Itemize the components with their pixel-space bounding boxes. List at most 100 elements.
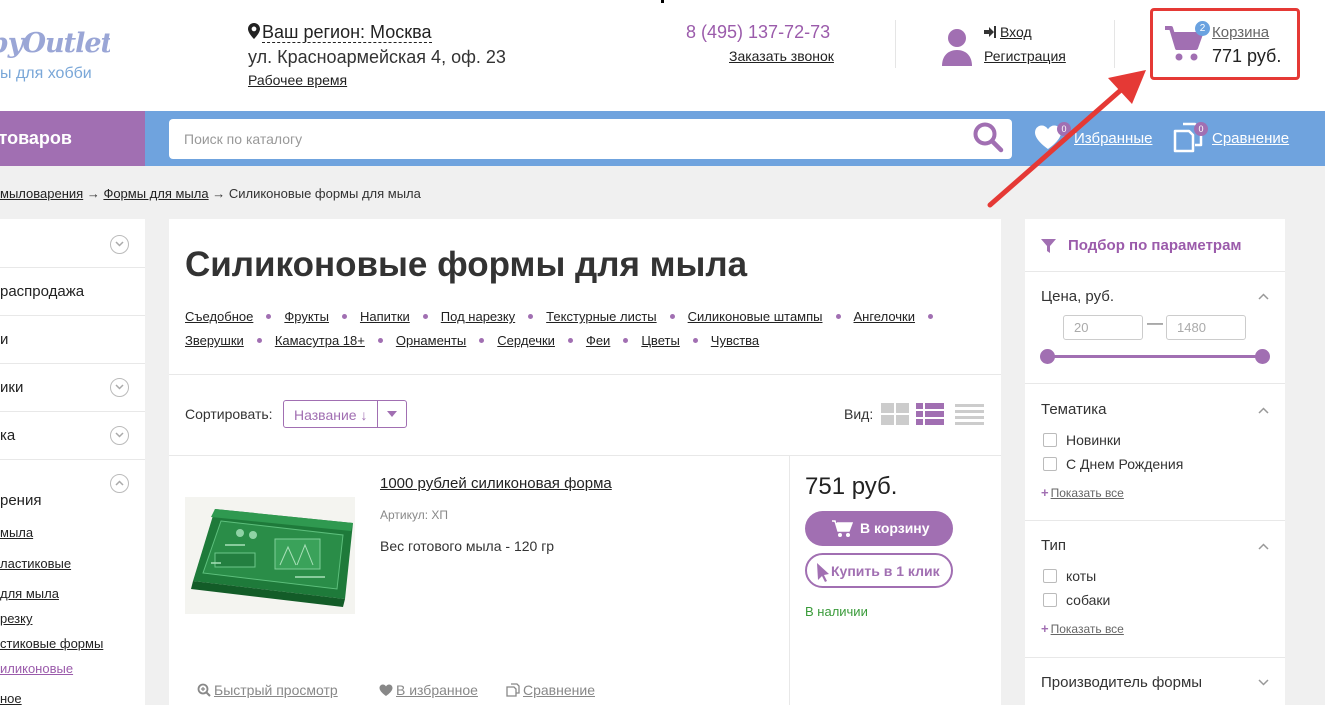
tag-link[interactable]: Чувства (711, 333, 759, 348)
site-logo[interactable]: bbyOutlet ы для хобби (0, 26, 110, 86)
list-view-icon[interactable] (915, 402, 945, 426)
sidebar-subitem[interactable]: ное (0, 691, 22, 705)
theme-option[interactable]: Новинки (1043, 432, 1121, 448)
grid-view-icon[interactable] (880, 402, 910, 426)
theme-show-all-link[interactable]: + Показать все (1041, 485, 1124, 500)
chevron-down-icon[interactable] (1258, 679, 1269, 686)
tag-separator (692, 338, 698, 343)
chevron-down-icon[interactable] (110, 378, 129, 397)
buy-one-click-label: Купить в 1 клик (831, 563, 940, 579)
sidebar-subitem[interactable]: ластиковые (0, 556, 71, 571)
compact-list-view-icon[interactable] (954, 402, 984, 426)
type-option[interactable]: коты (1043, 568, 1096, 584)
add-to-cart-button[interactable]: В корзину (805, 511, 953, 546)
tag-row: Съедобное Фрукты Напитки Под нарезку Текстур… (185, 305, 985, 329)
chevron-down-icon[interactable] (110, 235, 129, 254)
tag-link[interactable]: Камасутра 18+ (275, 333, 365, 348)
sidebar-item[interactable]: и (0, 331, 145, 348)
price-filter-label[interactable]: Цена, руб. (1041, 288, 1114, 305)
type-filter-label[interactable]: Тип (1041, 537, 1066, 554)
product-price: 751 руб. (805, 473, 898, 500)
compare-link[interactable]: Сравнение (1212, 130, 1289, 147)
caret-down-icon[interactable] (387, 411, 397, 417)
checkbox[interactable] (1043, 593, 1057, 607)
tag-separator (528, 314, 534, 319)
buy-one-click-button[interactable]: Купить в 1 клик (805, 553, 953, 588)
type-option[interactable]: собаки (1043, 592, 1110, 608)
compare-product-label: Сравнение (523, 682, 595, 698)
tag-link[interactable]: Орнаменты (396, 333, 466, 348)
cart-total: 771 руб. (1212, 46, 1282, 66)
tag-link[interactable]: Зверушки (185, 333, 244, 348)
register-link[interactable]: Регистрация (984, 48, 1066, 64)
tag-separator (377, 338, 383, 343)
sidebar-item[interactable]: распродажа (0, 283, 145, 300)
sidebar-subitem[interactable]: для мыла (0, 586, 59, 601)
quick-view-link[interactable]: Быстрый просмотр (197, 682, 338, 698)
add-favorite-link[interactable]: В избранное (379, 682, 478, 698)
tag-link[interactable]: Напитки (360, 309, 410, 324)
cart-widget[interactable]: 2 Корзина 771 руб. (1150, 8, 1300, 80)
page-title: Силиконовые формы для мыла (185, 245, 748, 284)
tag-separator (341, 314, 347, 319)
cart-link[interactable]: Корзина (1212, 24, 1269, 41)
soap-mold-image (185, 497, 355, 614)
chevron-up-icon[interactable] (1258, 407, 1269, 414)
favorites-count-badge: 0 (1057, 122, 1071, 136)
tag-link[interactable]: Силиконовые штампы (688, 309, 823, 324)
region-selector[interactable]: Ваш регион: Москва (248, 22, 432, 43)
price-slider-min-handle[interactable] (1040, 349, 1055, 364)
compare-product-link[interactable]: Сравнение (506, 682, 595, 698)
tag-link[interactable]: Съедобное (185, 309, 253, 324)
checkbox[interactable] (1043, 433, 1057, 447)
chevron-up-icon[interactable] (1258, 543, 1269, 550)
price-slider-max-handle[interactable] (1255, 349, 1270, 364)
product-title-link[interactable]: 1000 рублей силиконовая форма (380, 475, 612, 492)
sidebar-subitem[interactable]: стиковые формы (0, 636, 103, 651)
cursor-icon (817, 563, 829, 582)
subcategory-tags: Съедобное Фрукты Напитки Под нарезку Текстур… (185, 305, 985, 353)
sidebar-item-label: и (0, 331, 9, 348)
breadcrumb-separator: → (86, 186, 100, 201)
add-favorite-label: В избранное (396, 682, 478, 698)
price-max-input[interactable]: 1480 (1166, 315, 1246, 340)
chevron-up-icon[interactable] (1258, 293, 1269, 300)
login-link[interactable]: Вход (1000, 24, 1032, 40)
price-slider-track[interactable] (1047, 355, 1262, 358)
sort-dropdown[interactable]: Название ↓ (283, 400, 407, 428)
sidebar-subitem-active[interactable]: иликоновые (0, 661, 73, 676)
sidebar-divider (0, 411, 145, 412)
tag-link[interactable]: Цветы (641, 333, 679, 348)
add-to-cart-label: В корзину (860, 520, 930, 536)
tag-link[interactable]: Ангелочки (854, 309, 916, 324)
breadcrumb-link[interactable]: мыловарения (0, 186, 83, 201)
sidebar-subitem[interactable]: мыла (0, 525, 33, 540)
theme-filter-label[interactable]: Тематика (1041, 401, 1106, 418)
tag-link[interactable]: Текстурные листы (546, 309, 656, 324)
price-min-input[interactable]: 20 (1063, 315, 1143, 340)
product-image[interactable] (185, 497, 355, 614)
breadcrumb-link[interactable]: Формы для мыла (103, 186, 208, 201)
checkbox[interactable] (1043, 569, 1057, 583)
heart-icon (379, 684, 393, 696)
type-show-all-link[interactable]: + Показать все (1041, 621, 1124, 636)
tag-link[interactable]: Сердечки (497, 333, 555, 348)
catalog-button[interactable]: г товаров (0, 111, 145, 166)
sidebar-item-expanded[interactable]: рения (0, 492, 145, 509)
search-icon[interactable] (972, 121, 1004, 153)
tag-link[interactable]: Под нарезку (441, 309, 515, 324)
search-input[interactable] (169, 119, 959, 159)
favorites-link[interactable]: Избранные (1074, 130, 1152, 147)
callback-link[interactable]: Заказать звонок (729, 48, 834, 64)
checkbox[interactable] (1043, 457, 1057, 471)
working-hours-link[interactable]: Рабочее время (248, 72, 347, 88)
filter-icon (1041, 239, 1056, 253)
theme-option[interactable]: С Днем Рождения (1043, 456, 1183, 472)
chevron-up-icon[interactable] (110, 474, 129, 493)
manufacturer-filter-label[interactable]: Производитель формы (1041, 674, 1202, 691)
tag-link[interactable]: Феи (586, 333, 610, 348)
chevron-down-icon[interactable] (110, 426, 129, 445)
sidebar-divider (0, 363, 145, 364)
sidebar-subitem[interactable]: резку (0, 611, 32, 626)
tag-link[interactable]: Фрукты (284, 309, 329, 324)
